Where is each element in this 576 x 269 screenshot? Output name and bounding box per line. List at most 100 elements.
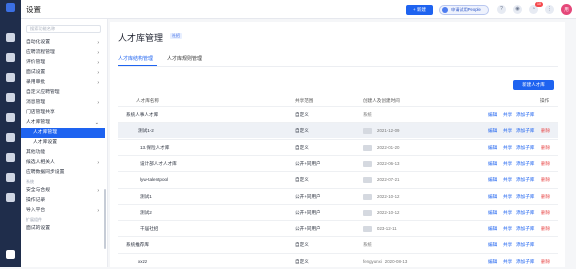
sidebar-item[interactable]: 其他功能	[21, 148, 105, 158]
delete-button[interactable]: 删除	[541, 177, 550, 183]
row-creator: 系统	[363, 242, 375, 248]
share-button[interactable]: 共享	[503, 145, 512, 151]
add-subpool-button[interactable]: 添加子库	[516, 242, 534, 248]
document-icon[interactable]	[6, 113, 15, 122]
sidebar-item[interactable]: 录用审批 ›	[21, 78, 105, 88]
table-row[interactable]: 系统推荐库 自定义 系统 编辑 共享 添加子库	[118, 236, 558, 252]
sidebar-item[interactable]: 安全与合规 ›	[21, 186, 105, 196]
edit-button[interactable]: 编辑	[488, 259, 497, 265]
table-row[interactable]: 干届社招 公开+同用户 023-12-11 编辑 共享 添加子库 删除	[118, 220, 558, 236]
clock-icon[interactable]	[6, 173, 15, 182]
sidebar-item[interactable]: 自定义应聘管理	[21, 88, 105, 98]
avatar[interactable]: 用	[561, 4, 572, 15]
add-subpool-button[interactable]: 添加子库	[516, 210, 534, 216]
share-button[interactable]: 共享	[503, 128, 512, 134]
notification-badge: 10	[535, 2, 543, 7]
share-button[interactable]: 共享	[503, 242, 512, 248]
delete-button[interactable]: 删除	[541, 145, 550, 151]
edit-button[interactable]: 编辑	[488, 194, 497, 200]
edit-button[interactable]: 编辑	[488, 112, 497, 118]
share-button[interactable]: 共享	[503, 259, 512, 265]
add-subpool-button[interactable]: 添加子库	[516, 161, 534, 167]
edit-button[interactable]: 编辑	[488, 177, 497, 183]
row-time: 2022-07-21	[377, 177, 400, 183]
share-button[interactable]: 共享	[503, 210, 512, 216]
trial-avatar-icon	[442, 7, 448, 13]
sidebar-item[interactable]: 人才库设置	[21, 138, 105, 148]
delete-button[interactable]: 删除	[541, 194, 550, 200]
delete-button[interactable]: 删除	[541, 161, 550, 167]
sidebar-item[interactable]: 门店管理共享	[21, 108, 105, 118]
sidebar-item[interactable]: 面试的设置	[21, 224, 105, 234]
sidebar-item[interactable]: 面试设置 ›	[21, 68, 105, 78]
sidebar-item[interactable]: 应聘流程管理 ›	[21, 48, 105, 58]
delete-button[interactable]: 删除	[541, 259, 550, 265]
app-logo-icon[interactable]	[6, 3, 15, 12]
add-subpool-button[interactable]: 添加子库	[516, 112, 534, 118]
edit-button[interactable]: 编辑	[488, 161, 497, 167]
edit-button[interactable]: 编辑	[488, 145, 497, 151]
mail-icon[interactable]	[6, 153, 15, 162]
search-input[interactable]: 搜索功能名称	[26, 25, 101, 33]
chart-icon[interactable]	[6, 133, 15, 142]
delete-button[interactable]: 删除	[541, 128, 550, 134]
row-creator: 系统	[363, 112, 375, 118]
share-button[interactable]: 共享	[503, 177, 512, 183]
sidebar-item[interactable]: 人才库管理 ⌄	[21, 118, 105, 128]
table-row[interactable]: lyw-talentpool 自定义 2022-07-21 编辑 共享 添加子库 删除	[118, 171, 558, 187]
new-button[interactable]: + 新建	[406, 5, 433, 15]
briefcase-icon[interactable]	[6, 53, 15, 62]
edit-button[interactable]: 编辑	[488, 226, 497, 232]
table-row[interactable]: xxzz 自定义 fengyunxi 2020-08-13 编辑 共享 添加子库 删除	[118, 252, 558, 269]
sidebar-item[interactable]: 导入平台 ›	[21, 206, 105, 216]
table-row[interactable]: 系统人事人才库 自定义 系统 编辑 共享 添加子库	[118, 106, 558, 122]
delete-button[interactable]: 删除	[541, 210, 550, 216]
location-icon[interactable]: ◉	[513, 5, 522, 14]
add-subpool-button[interactable]: 添加子库	[516, 226, 534, 232]
edit-button[interactable]: 编辑	[488, 128, 497, 134]
tab-structure[interactable]: 人才库结构管理	[118, 55, 153, 62]
table-row[interactable]: 测试2 公开+同用户 2022-10-12 编辑 共享 添加子库 删除	[118, 203, 558, 220]
table-row[interactable]: 13.保险人才库 自定义 2022-01-20 编辑 共享 添加子库 删除	[118, 138, 558, 155]
create-talent-pool-button[interactable]: 新建人才库	[513, 80, 554, 90]
tab-rules[interactable]: 人才库规则管理	[167, 55, 202, 62]
users-icon[interactable]	[6, 73, 15, 82]
sidebar-item[interactable]: 自动化设置 ›	[21, 38, 105, 48]
add-subpool-button[interactable]: 添加子库	[516, 128, 534, 134]
sidebar-item-label: 面试设置	[26, 70, 46, 75]
sidebar-item[interactable]: 应聘数据同步设置	[21, 168, 105, 178]
add-subpool-button[interactable]: 添加子库	[516, 145, 534, 151]
sidebar-item[interactable]: 消息管理 ›	[21, 98, 105, 108]
add-subpool-button[interactable]: 添加子库	[516, 259, 534, 265]
edit-button[interactable]: 编辑	[488, 210, 497, 216]
sidebar-item-label: 人才库管理	[26, 120, 50, 125]
sidebar-item-label: 面试的设置	[26, 226, 50, 231]
redacted-avatar	[363, 177, 372, 184]
share-button[interactable]: 共享	[503, 112, 512, 118]
sidebar-scrollbar[interactable]	[104, 189, 106, 249]
grid-icon[interactable]	[6, 193, 15, 202]
table-row[interactable]: 设计部人才人才库 公开+同用户 2022-06-13 编辑 共享 添加子库 删除	[118, 154, 558, 171]
share-button[interactable]: 共享	[503, 194, 512, 200]
sidebar-item[interactable]: 评价管理 ›	[21, 58, 105, 68]
share-button[interactable]: 共享	[503, 226, 512, 232]
sidebar-item[interactable]: 操作记录	[21, 196, 105, 206]
help-icon[interactable]: ?	[497, 5, 506, 14]
header-actions: 操作	[540, 98, 550, 103]
table-row[interactable]: 测试1 公开+同用户 2022-10-12 编辑 共享 添加子库 删除	[118, 187, 558, 204]
sidebar-item[interactable]: 人才库管理	[21, 128, 105, 138]
apps-icon[interactable]: ⋮	[545, 5, 554, 14]
edit-button[interactable]: 编辑	[488, 242, 497, 248]
calendar-icon[interactable]	[6, 93, 15, 102]
share-button[interactable]: 共享	[503, 161, 512, 167]
row-name: 13.保险人才库	[140, 144, 170, 150]
table-row[interactable]: 测试1-2 自定义 2021-12-09 编辑 共享 添加子库 删除	[118, 122, 558, 139]
home-icon[interactable]	[6, 33, 15, 42]
settings-icon[interactable]	[6, 250, 15, 259]
add-subpool-button[interactable]: 添加子库	[516, 194, 534, 200]
sidebar-item[interactable]: 候选人相关人 ›	[21, 158, 105, 168]
sidebar-item-label: 候选人相关人	[26, 160, 55, 165]
trial-button[interactable]: 申请试用People	[439, 5, 489, 15]
add-subpool-button[interactable]: 添加子库	[516, 177, 534, 183]
delete-button[interactable]: 删除	[541, 226, 550, 232]
